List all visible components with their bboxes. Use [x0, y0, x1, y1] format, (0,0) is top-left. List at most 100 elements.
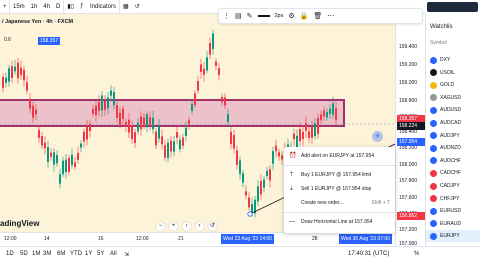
- candle-body: [269, 169, 271, 181]
- account-avatar[interactable]: [427, 2, 478, 12]
- candle-body: [35, 109, 37, 115]
- percent-toggle[interactable]: %: [414, 251, 419, 257]
- candle-body: [329, 108, 331, 114]
- scroll-left-icon[interactable]: ‹: [182, 222, 191, 231]
- period-1y[interactable]: 1Y: [85, 251, 92, 257]
- lock-icon[interactable]: 🔒: [300, 12, 309, 20]
- drag-handle-icon[interactable]: ⋮: [223, 12, 230, 20]
- chart-type-icon[interactable]: ▮▯: [64, 0, 77, 14]
- period-6m[interactable]: 6M: [57, 251, 65, 257]
- watchlist-item[interactable]: AUDJPY: [426, 130, 480, 142]
- watchlist-item[interactable]: CHFJPY: [426, 193, 480, 205]
- candle-body: [224, 97, 226, 106]
- clock[interactable]: 17:40:31 (UTC): [348, 251, 389, 257]
- menu-item-shortcut: Shift + T: [371, 200, 390, 206]
- watchlist-item[interactable]: EURUSD: [426, 205, 480, 217]
- interval-1h[interactable]: 1h: [28, 0, 41, 14]
- period-3m[interactable]: 3M: [43, 251, 51, 257]
- candle-body: [227, 114, 229, 122]
- period-1m[interactable]: 1M: [32, 251, 40, 257]
- watchlist-item[interactable]: CADJPY: [426, 180, 480, 192]
- period-ytd[interactable]: YTD: [70, 251, 82, 257]
- watchlist-title[interactable]: Watchlis: [430, 24, 452, 30]
- candle-body: [320, 114, 322, 121]
- candle-body: [131, 125, 133, 140]
- watchlist-item[interactable]: DXY: [426, 54, 480, 66]
- candle-body: [311, 127, 313, 138]
- time-label: 28: [312, 236, 318, 242]
- candle-body: [209, 43, 211, 55]
- time-label: 21: [178, 236, 184, 242]
- symbol-flag-icon: [430, 106, 437, 114]
- legend-price[interactable]: 158.357: [38, 37, 60, 45]
- menu-item-buy-limit[interactable]: ⇡ Buy 1 EURJPY @ 157.954 limit: [284, 169, 395, 181]
- symbol-flag-icon: [430, 157, 437, 165]
- watchlist-item[interactable]: USOIL: [426, 67, 480, 79]
- candle-body: [107, 97, 109, 109]
- candle-body: [110, 90, 112, 96]
- delete-icon[interactable]: 🗑: [313, 12, 322, 20]
- candle-body: [185, 127, 187, 137]
- zoom-in-icon[interactable]: +: [169, 222, 178, 231]
- menu-item-create-order[interactable]: Create new order... Shift + T: [284, 197, 395, 209]
- line-color-swatch[interactable]: [257, 15, 270, 17]
- more-icon[interactable]: ⋯: [327, 12, 334, 20]
- line-width[interactable]: 2px: [275, 13, 284, 19]
- candle-body: [113, 91, 115, 105]
- candle-body: [221, 97, 223, 103]
- candle-body: [263, 179, 265, 188]
- trend-line-anchor[interactable]: [247, 211, 253, 217]
- candle-body: [59, 174, 61, 184]
- watchlist-item[interactable]: AUDUSD: [426, 104, 480, 116]
- watchlist-item[interactable]: AUDCHF: [426, 155, 480, 167]
- watchlist-item[interactable]: CADCHF: [426, 167, 480, 179]
- watchlist-item[interactable]: AUDNZD: [426, 142, 480, 154]
- symbol-flag-icon: [430, 94, 437, 102]
- watchlist-symbol: GOLD: [440, 82, 455, 89]
- period-1d[interactable]: 1D: [6, 251, 14, 257]
- interval-d[interactable]: D: [53, 0, 65, 14]
- watchlist-item[interactable]: GOLD: [426, 79, 480, 91]
- add-symbol-button[interactable]: +: [0, 0, 10, 14]
- zoom-out-icon[interactable]: −: [156, 222, 165, 231]
- menu-item-label: Add alert on EURJPY at 157.954: [301, 153, 375, 159]
- candle-body: [83, 131, 85, 142]
- menu-item-add-alert[interactable]: ⏰ Add alert on EURJPY at 157.954: [284, 150, 395, 162]
- watchlist-item[interactable]: XAGUSD: [426, 92, 480, 104]
- candle-body: [197, 81, 199, 91]
- candle-body: [272, 151, 274, 164]
- interval-4h[interactable]: 4h: [40, 0, 53, 14]
- period-all[interactable]: All: [110, 251, 117, 257]
- period-5d[interactable]: 5D: [20, 251, 28, 257]
- templates-icon[interactable]: ▤: [235, 12, 242, 20]
- watchlist-item[interactable]: AUDCAD: [426, 117, 480, 129]
- watchlist-item[interactable]: EURAUD: [426, 218, 480, 230]
- replay-icon[interactable]: ↺: [132, 0, 143, 14]
- interval-15m[interactable]: 15m: [10, 0, 28, 14]
- menu-item-sell-stop[interactable]: ⇣ Sell 1 EURJPY @ 157.954 stop: [284, 183, 395, 195]
- period-5y[interactable]: 5Y: [97, 251, 104, 257]
- price-label: 159.000: [399, 80, 418, 86]
- settings-icon[interactable]: ⚙: [288, 12, 294, 20]
- scroll-right-icon[interactable]: ›: [195, 222, 204, 231]
- watchlist-symbol: EURUSD: [440, 208, 462, 215]
- menu-item-draw-horizontal-line[interactable]: — Draw Horizontal Line at 157.954: [284, 216, 395, 228]
- price-label: 157.800: [399, 178, 418, 184]
- add-crosshair-icon[interactable]: +: [372, 131, 383, 142]
- menu-divider: [284, 165, 395, 166]
- layout-icon[interactable]: ▦: [120, 0, 132, 14]
- watchlist-item[interactable]: EURGBP: [426, 243, 480, 246]
- price-scale[interactable]: 159.400159.200159.000158.800158.600158.4…: [395, 14, 425, 247]
- date-range-icon[interactable]: ⇲: [124, 251, 129, 258]
- indicators-button[interactable]: ƒ Indicators: [77, 0, 121, 14]
- reset-chart-icon[interactable]: ↺: [208, 222, 217, 231]
- time-axis[interactable]: 12:00 14 16 12:00 21 28 Wed 23 Aug '23 1…: [0, 232, 395, 246]
- candle-body: [179, 139, 181, 150]
- pen-icon[interactable]: ✎: [247, 12, 253, 20]
- candle-body: [17, 62, 19, 79]
- watchlist-item[interactable]: EURJPY: [426, 230, 480, 243]
- candle-body: [62, 160, 64, 175]
- candle-body: [155, 131, 157, 146]
- candle-body: [71, 154, 73, 166]
- price-label: 158.800: [399, 98, 418, 104]
